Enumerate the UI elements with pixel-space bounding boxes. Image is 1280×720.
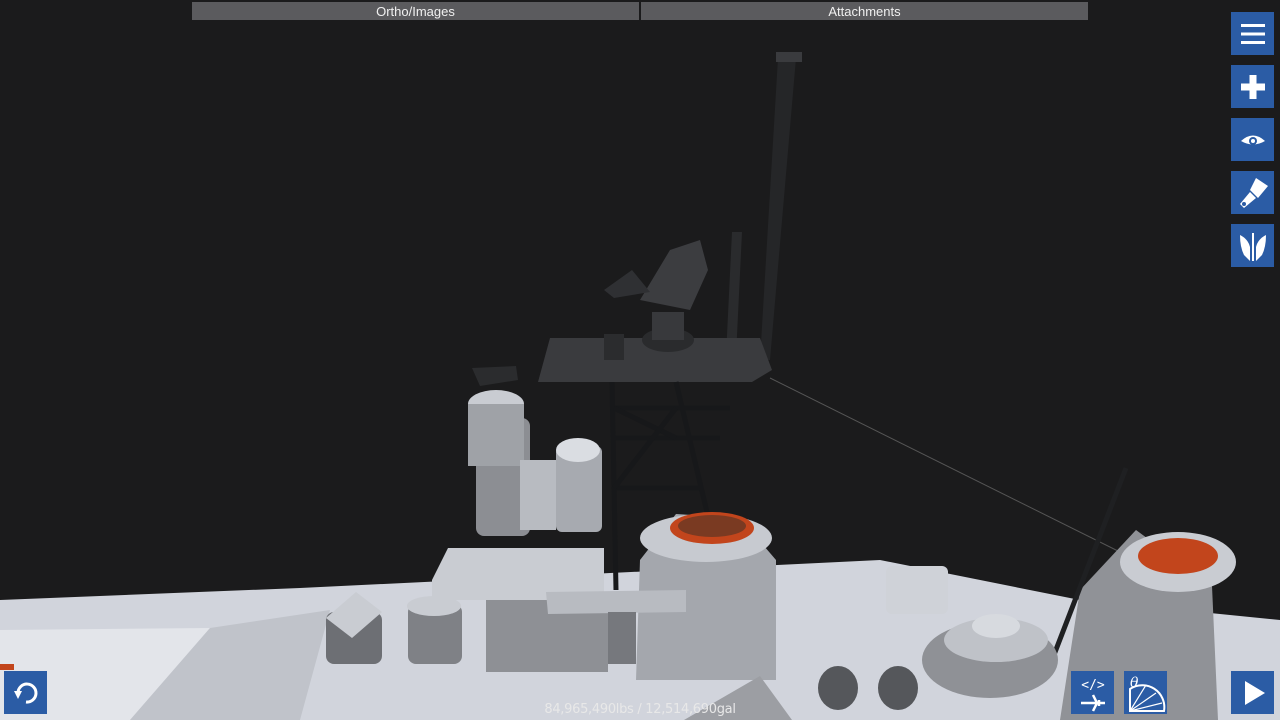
menu-button[interactable] xyxy=(1231,12,1274,55)
radar-horn xyxy=(604,270,650,298)
radar-dish xyxy=(640,240,708,310)
add-part-icon xyxy=(1240,74,1265,99)
designer-viewport[interactable] xyxy=(0,0,1280,720)
aft-funnel-rim xyxy=(1138,538,1218,574)
aft-block xyxy=(886,566,948,614)
tab-attachments[interactable]: Attachments xyxy=(641,2,1088,20)
mast-stay-cable xyxy=(769,377,1121,553)
mass-fuel-readout: 84,965,490lbs / 12,514,690gal xyxy=(544,702,736,717)
view-button[interactable] xyxy=(1231,118,1274,161)
turret-top-b xyxy=(407,596,461,616)
symmetry-icon xyxy=(1239,232,1266,261)
paint-icon xyxy=(1239,177,1268,208)
add-part-button[interactable] xyxy=(1231,65,1274,108)
top-tab-bar: Ortho/Images Attachments xyxy=(192,2,1088,20)
mast-top-cap xyxy=(776,52,802,62)
svg-text:</>: </> xyxy=(1081,678,1105,693)
director-collar xyxy=(468,404,524,466)
director-rangefinder xyxy=(472,366,518,386)
view-icon xyxy=(1240,135,1265,145)
tab-ortho-images[interactable]: Ortho/Images xyxy=(192,2,639,20)
bridge-lower xyxy=(608,612,636,664)
radar-pedestal-box xyxy=(604,334,624,360)
menu-icon xyxy=(1240,23,1265,44)
director-small-top xyxy=(556,438,600,462)
aft-turret-cap xyxy=(972,614,1020,638)
bridge-wing xyxy=(546,590,686,614)
director-block xyxy=(520,460,556,530)
left-orange-marker xyxy=(0,664,14,670)
tall-mast xyxy=(760,58,796,360)
symmetry-button[interactable] xyxy=(1231,224,1274,267)
short-mast xyxy=(726,232,742,356)
paint-button[interactable] xyxy=(1231,171,1274,214)
radar-column xyxy=(652,312,684,340)
funnel-opening xyxy=(678,515,746,537)
